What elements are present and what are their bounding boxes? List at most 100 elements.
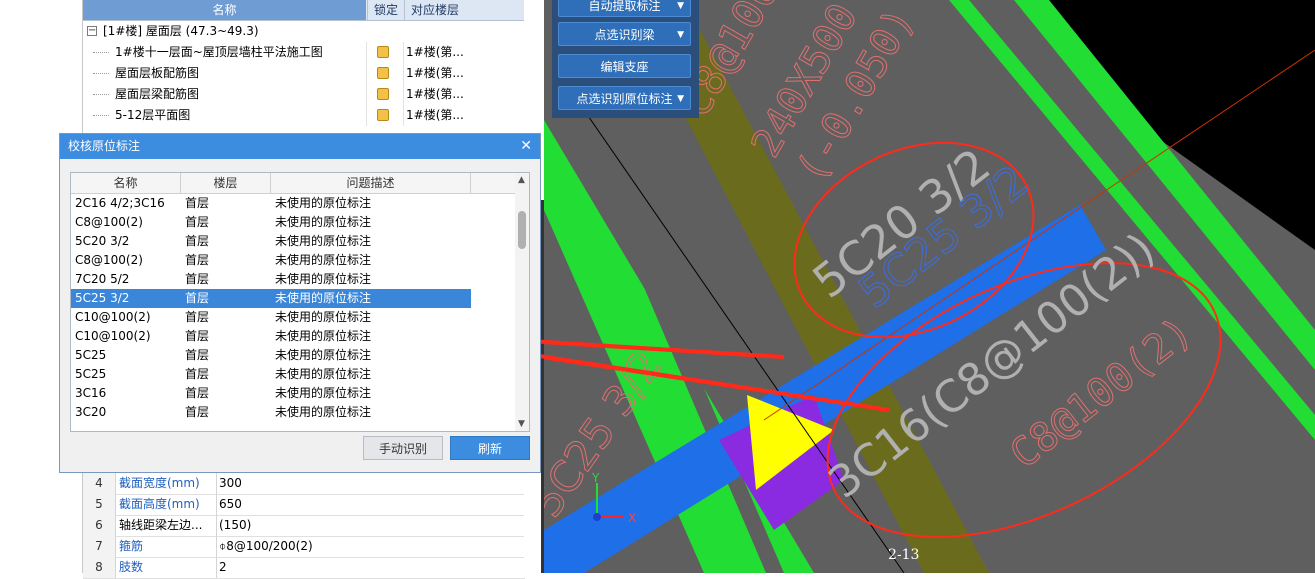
dropdown-arrow-icon: ▼ <box>677 94 684 104</box>
row-desc: 未使用的原位标注 <box>275 196 372 210</box>
row-name: 5C25 <box>75 348 107 362</box>
tree-group-label: [1#楼] 屋面层 (47.3~49.3) <box>103 24 259 38</box>
col-header-name[interactable]: 名称 <box>71 173 181 193</box>
grid-row[interactable]: C10@100(2) 首层 未使用的原位标注 <box>71 308 511 327</box>
close-icon[interactable]: ✕ <box>520 134 532 159</box>
grid-row[interactable]: C8@100(2) 首层 未使用的原位标注 <box>71 213 511 232</box>
x-axis-label: X <box>628 511 636 525</box>
tree-item[interactable]: 屋面层梁配筋图 1#楼(第... <box>83 84 525 105</box>
dialog-title: 校核原位标注 <box>68 139 141 153</box>
grid-row[interactable]: 5C25 首层 未使用的原位标注 <box>71 365 511 384</box>
row-name: C8@100(2) <box>75 215 143 229</box>
grid-row[interactable]: 3C16 首层 未使用的原位标注 <box>71 384 511 403</box>
grid-row[interactable]: 5C25 首层 未使用的原位标注 <box>71 346 511 365</box>
prop-index: 7 <box>83 536 116 557</box>
dialog-title-bar[interactable]: 校核原位标注 ✕ <box>60 134 540 159</box>
prop-key: 肢数 <box>119 560 144 574</box>
collapse-icon[interactable]: − <box>87 26 97 36</box>
row-floor: 首层 <box>185 215 210 229</box>
grid-row-selected[interactable]: 5C25 3/2 首层 未使用的原位标注 <box>71 289 471 308</box>
prop-value[interactable]: 300 <box>219 473 242 494</box>
row-floor: 首层 <box>185 348 210 362</box>
prop-row[interactable]: 5 截面高度(mm) 650 <box>83 494 525 516</box>
prop-index: 4 <box>83 473 116 494</box>
tree-header-lock[interactable]: 锁定 <box>367 0 404 20</box>
tree-header-floor[interactable]: 对应楼层 <box>404 0 465 20</box>
row-floor: 首层 <box>185 234 210 248</box>
row-name: 5C25 3/2 <box>75 291 130 305</box>
grid-row[interactable]: 3C20 首层 未使用的原位标注 <box>71 403 511 422</box>
tree-group-row[interactable]: − [1#楼] 屋面层 (47.3~49.3) <box>83 21 525 42</box>
col-header-desc[interactable]: 问题描述 <box>271 173 471 193</box>
prop-key: 箍筋 <box>119 539 144 553</box>
row-desc: 未使用的原位标注 <box>275 215 372 229</box>
row-floor: 首层 <box>185 196 210 210</box>
edit-support-button[interactable]: 编辑支座 <box>558 54 691 78</box>
row-name: 2C16 4/2;3C16 <box>75 196 165 210</box>
pick-identify-beam-button[interactable]: 点选识别梁 ▼ <box>558 22 691 46</box>
row-desc: 未使用的原位标注 <box>275 348 372 362</box>
prop-key: 截面宽度(mm) <box>119 476 200 490</box>
check-in-situ-annotation-dialog: 校核原位标注 ✕ 名称 楼层 问题描述 2C16 4/2;3C16 首层 未使用的原… <box>59 133 541 473</box>
row-name: 7C20 5/2 <box>75 272 130 286</box>
prop-row[interactable]: 4 截面宽度(mm) 300 <box>83 473 525 495</box>
tree-header-name[interactable]: 名称 <box>83 0 366 20</box>
prop-value[interactable]: ⌽8@100/200(2) <box>219 536 313 557</box>
tree-item-floor: 1#楼(第... <box>406 108 464 122</box>
prop-key: 轴线距梁左边... <box>119 518 203 532</box>
prop-value[interactable]: 650 <box>219 494 242 515</box>
row-floor: 首层 <box>185 272 210 286</box>
cad-toolbar: 自动提取标注 ▼ 点选识别梁 ▼ 编辑支座 点选识别原位标注 ▼ <box>552 0 699 118</box>
tree-item-floor: 1#楼(第... <box>406 45 464 59</box>
row-desc: 未使用的原位标注 <box>275 234 372 248</box>
tree-item-name: 1#楼十一层面~屋顶层墙柱平法施工图 <box>115 45 323 59</box>
manual-identify-button[interactable]: 手动识别 <box>363 436 443 460</box>
row-desc: 未使用的原位标注 <box>275 405 372 419</box>
grid-row[interactable]: 2C16 4/2;3C16 首层 未使用的原位标注 <box>71 194 511 213</box>
lock-icon[interactable] <box>377 46 389 58</box>
vertical-scrollbar[interactable]: ▲ ▼ <box>515 173 529 431</box>
annotation-grid: 名称 楼层 问题描述 2C16 4/2;3C16 首层 未使用的原位标注 C8@10… <box>70 172 530 432</box>
y-axis-label: Y <box>591 471 600 485</box>
grid-row[interactable]: 7C20 5/2 首层 未使用的原位标注 <box>71 270 511 289</box>
col-header-floor[interactable]: 楼层 <box>181 173 271 193</box>
auto-extract-annotation-button[interactable]: 自动提取标注 ▼ <box>558 0 691 17</box>
prop-value[interactable]: 2 <box>219 557 227 578</box>
scroll-down-icon[interactable]: ▼ <box>518 419 525 429</box>
lock-icon[interactable] <box>377 67 389 79</box>
grid-row[interactable]: C8@100(2) 首层 未使用的原位标注 <box>71 251 511 270</box>
grid-row[interactable]: C10@100(2) 首层 未使用的原位标注 <box>71 327 511 346</box>
scroll-up-icon[interactable]: ▲ <box>518 175 525 185</box>
pick-identify-in-situ-button[interactable]: 点选识别原位标注 ▼ <box>558 86 691 110</box>
row-desc: 未使用的原位标注 <box>275 310 372 324</box>
lock-icon[interactable] <box>377 88 389 100</box>
grid-header: 名称 楼层 问题描述 <box>71 173 529 194</box>
tree-item[interactable]: 1#楼十一层面~屋顶层墙柱平法施工图 1#楼(第... <box>83 42 525 63</box>
prop-value[interactable]: (150) <box>219 515 251 536</box>
tree-item[interactable]: 屋面层板配筋图 1#楼(第... <box>83 63 525 84</box>
button-label: 点选识别原位标注 <box>576 92 673 106</box>
tree-item-floor: 1#楼(第... <box>406 66 464 80</box>
lock-icon[interactable] <box>377 109 389 121</box>
prop-row[interactable]: 8 肢数 2 <box>83 557 525 579</box>
grid-row[interactable]: 5C20 3/2 首层 未使用的原位标注 <box>71 232 511 251</box>
prop-index: 8 <box>83 557 116 578</box>
refresh-button[interactable]: 刷新 <box>450 436 530 460</box>
prop-row[interactable]: 7 箍筋 ⌽8@100/200(2) <box>83 536 525 558</box>
row-floor: 首层 <box>185 367 210 381</box>
tree-item[interactable]: 5-12层平面图 1#楼(第... <box>83 105 525 126</box>
tree-item-floor: 1#楼(第... <box>406 87 464 101</box>
prop-row[interactable]: 6 轴线距梁左边... (150) <box>83 515 525 537</box>
row-desc: 未使用的原位标注 <box>275 386 372 400</box>
scroll-thumb[interactable] <box>518 211 526 249</box>
row-floor: 首层 <box>185 253 210 267</box>
tree-connector <box>93 73 109 74</box>
button-label: 点选识别梁 <box>594 28 655 42</box>
dropdown-arrow-icon: ▼ <box>677 30 684 40</box>
row-desc: 未使用的原位标注 <box>275 272 372 286</box>
tree-item-name: 5-12层平面图 <box>115 108 191 122</box>
button-label: 编辑支座 <box>600 60 649 74</box>
row-name: 5C25 <box>75 367 107 381</box>
origin-marker <box>593 513 601 521</box>
prop-index: 5 <box>83 494 116 515</box>
